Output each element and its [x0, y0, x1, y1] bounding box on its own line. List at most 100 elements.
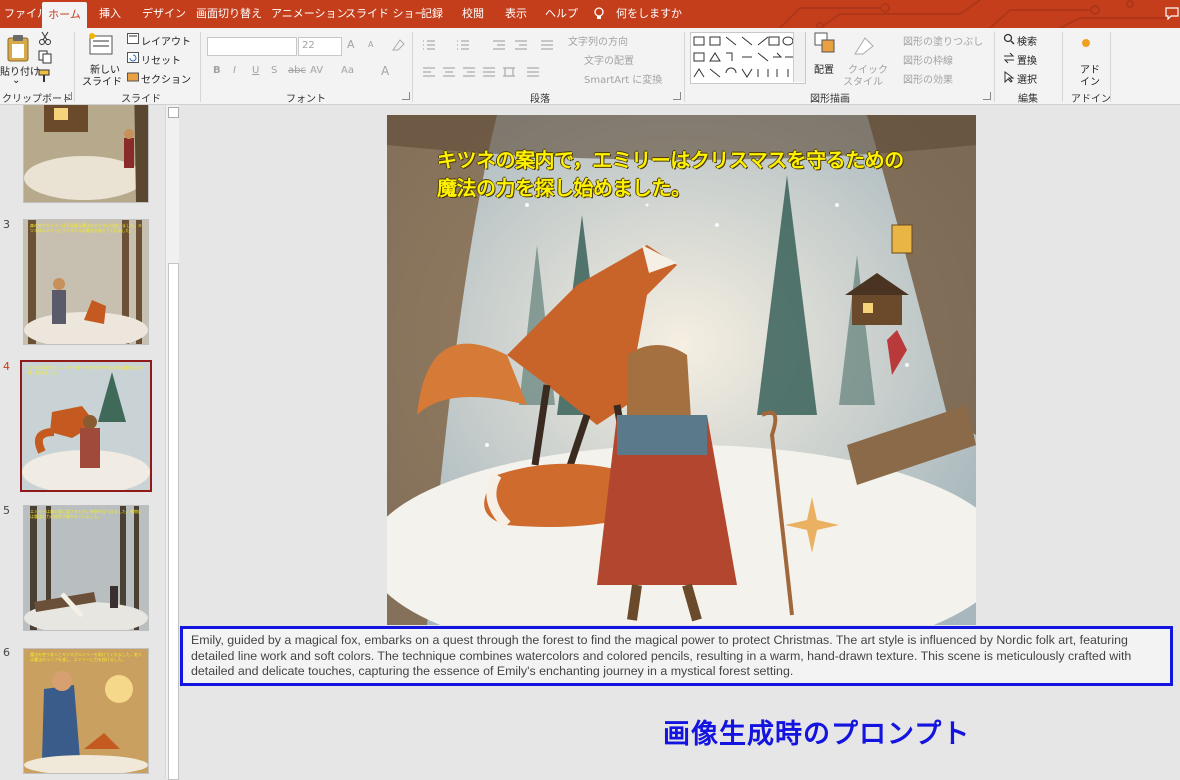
divider	[994, 32, 995, 102]
quick-styles-icon	[854, 37, 874, 55]
scroll-thumb[interactable]	[168, 263, 179, 780]
find-button[interactable]: 検索	[1017, 33, 1037, 48]
slide-caption-line-2: 魔法の力を探し始めました。	[437, 176, 691, 200]
tab-record[interactable]: 記録	[421, 0, 443, 28]
slide-thumbnail[interactable]: 魔法を使う老人とキツネがエミリーを助けてくれました。老人は魔法のランプを渡し、エ…	[23, 648, 149, 774]
quick-styles-label-2[interactable]: スタイル	[843, 73, 883, 88]
slide-canvas[interactable]: キツネの案内で，エミリーはクリスマスを守るための 魔法の力を探し始めました。	[387, 115, 976, 625]
divider	[684, 32, 685, 102]
clear-formatting-icon[interactable]	[391, 38, 405, 52]
tab-help[interactable]: ヘルプ	[545, 0, 578, 28]
layout-button[interactable]: レイアウト	[141, 33, 191, 48]
slide-thumbnail-pane: 3 森の中でエミリーは不思議な魔法のキツネに出会いました。キツネはエミリーにクリ…	[0, 105, 178, 779]
tab-home[interactable]: ホーム	[42, 2, 87, 28]
thumbnail-image	[22, 362, 150, 490]
slide-caption-line-1: キツネの案内で，エミリーはクリスマスを守るための	[437, 148, 904, 172]
group-label-addins: アドイン	[1071, 94, 1111, 105]
slide-title-textbox[interactable]: キツネの案内で，エミリーはクリスマスを守るための 魔法の力を探し始めました。	[437, 146, 957, 202]
arrange-button[interactable]: 配置	[814, 61, 834, 76]
addin-label-2[interactable]: イン	[1080, 73, 1100, 88]
font-size-value: 22	[302, 40, 315, 51]
align-text-button[interactable]: 文字の配置	[584, 52, 634, 67]
smartart-button[interactable]: SmartArt に変換	[584, 71, 662, 86]
copy-icon[interactable]	[38, 50, 52, 64]
font-color-button[interactable]: A	[381, 64, 389, 78]
divider	[1110, 32, 1111, 102]
shape-outline-button[interactable]: 図形の枠線	[903, 52, 953, 67]
font-name-dropdown[interactable]	[207, 37, 297, 56]
char-spacing-button[interactable]: AV	[310, 65, 323, 76]
shapes-gallery-scroll[interactable]	[793, 32, 805, 82]
shape-fill-button[interactable]: 図形の塗りつぶし	[903, 33, 983, 48]
ribbon-tab-bar: ファイル ホーム 挿入 デザイン 画面切り替え アニメーション スライド ショー…	[0, 0, 1180, 28]
thumbnail-image	[24, 506, 148, 630]
slide-thumbnail[interactable]: エミリーは森の奥に隠された古い巻物を見つけました。巻物には魔法の力の秘密が書かれ…	[23, 505, 149, 631]
drawing-launcher[interactable]	[983, 92, 991, 100]
divider	[412, 32, 413, 102]
divider	[74, 32, 75, 102]
grow-font-button[interactable]: A	[347, 38, 355, 51]
tell-me-search[interactable]: 何をしますか	[616, 0, 682, 28]
group-label-editing: 編集	[1018, 94, 1038, 105]
tab-design[interactable]: デザイン	[142, 0, 186, 28]
arrange-icon	[814, 32, 835, 53]
slide-thumbnail[interactable]: 森の中でエミリーは不思議な魔法のキツネに出会いました。キツネはエミリーにクリスマ…	[23, 219, 149, 345]
group-label-paragraph: 段落	[530, 94, 550, 105]
thumbnail-caption: キツネの案内で，エミリーはクリスマスを守るための魔法の力を探し始めました。	[28, 365, 144, 375]
tab-slideshow[interactable]: スライド ショー	[345, 0, 426, 28]
group-label-slides: スライド	[121, 94, 161, 105]
clipboard-launcher[interactable]	[64, 92, 72, 100]
bold-button[interactable]: B	[213, 65, 221, 76]
thumbnail-caption: 森の中でエミリーは不思議な魔法のキツネに出会いました。キツネはエミリーにクリスマ…	[30, 223, 142, 233]
shrink-font-button[interactable]: A	[368, 40, 373, 49]
tab-animations[interactable]: アニメーション	[271, 0, 348, 28]
alignment-buttons-icon[interactable]	[421, 66, 561, 78]
tab-view[interactable]: 表示	[505, 0, 527, 28]
tab-insert[interactable]: 挿入	[99, 0, 121, 28]
shape-effects-button[interactable]: 図形の効果	[903, 71, 953, 86]
tab-review[interactable]: 校閲	[462, 0, 484, 28]
strikethrough-button[interactable]: abc	[288, 65, 306, 76]
slide-number: 6	[3, 646, 10, 659]
comment-icon[interactable]	[1165, 7, 1179, 20]
slide-number: 5	[3, 504, 10, 517]
italic-button[interactable]: I	[233, 65, 236, 76]
select-button[interactable]: 選択	[1017, 71, 1037, 86]
scroll-up-button[interactable]	[168, 107, 179, 118]
thumbnail-caption: エミリーは森の奥に隠された古い巻物を見つけました。巻物には魔法の力の秘密が書かれ…	[30, 509, 142, 519]
list-buttons-icon[interactable]	[421, 38, 561, 52]
replace-button[interactable]: 置換	[1017, 52, 1037, 67]
shapes-gallery[interactable]	[690, 32, 806, 84]
thumbnail-image	[24, 220, 148, 344]
group-label-clipboard: クリップボード	[2, 94, 72, 105]
text-direction-button[interactable]: 文字列の方向	[568, 33, 628, 48]
slide-number: 4	[3, 360, 10, 373]
tab-transitions[interactable]: 画面切り替え	[196, 0, 262, 28]
paragraph-launcher[interactable]	[673, 92, 681, 100]
shadow-button[interactable]: S	[271, 65, 277, 76]
reset-button[interactable]: リセット	[141, 52, 181, 67]
scissors-icon[interactable]	[38, 31, 52, 45]
clipboard-icon	[7, 35, 29, 62]
format-painter-icon[interactable]	[38, 69, 52, 83]
divider	[1062, 32, 1063, 102]
speaker-notes-pane[interactable]: Emily, guided by a magical fox, embarks …	[180, 626, 1173, 686]
new-slide-icon	[89, 33, 113, 55]
section-button[interactable]: セクション	[141, 71, 191, 86]
slide-thumbnail[interactable]	[23, 105, 149, 203]
font-size-dropdown[interactable]: 22	[298, 37, 342, 56]
notes-text: Emily, guided by a magical fox, embarks …	[191, 633, 1132, 678]
layout-icon	[127, 33, 139, 44]
font-launcher[interactable]	[402, 92, 410, 100]
thumbnail-caption: 魔法を使う老人とキツネがエミリーを助けてくれました。老人は魔法のランプを渡し、エ…	[30, 652, 142, 662]
change-case-button[interactable]: Aa	[341, 65, 354, 76]
ribbon-home: 貼り付け ⌄ クリップボード 新しい スライド レイアウト リセット セクション…	[0, 28, 1180, 105]
addin-icon	[1082, 39, 1090, 47]
slide-number: 3	[3, 218, 10, 231]
underline-button[interactable]: U	[252, 65, 259, 76]
lightbulb-icon	[594, 7, 604, 19]
thumbnail-scrollbar[interactable]	[165, 105, 179, 780]
circuit-pattern	[779, 0, 1170, 28]
group-label-drawing: 図形描画	[810, 94, 850, 105]
slide-thumbnail-selected[interactable]: キツネの案内で，エミリーはクリスマスを守るための魔法の力を探し始めました。	[20, 360, 152, 492]
